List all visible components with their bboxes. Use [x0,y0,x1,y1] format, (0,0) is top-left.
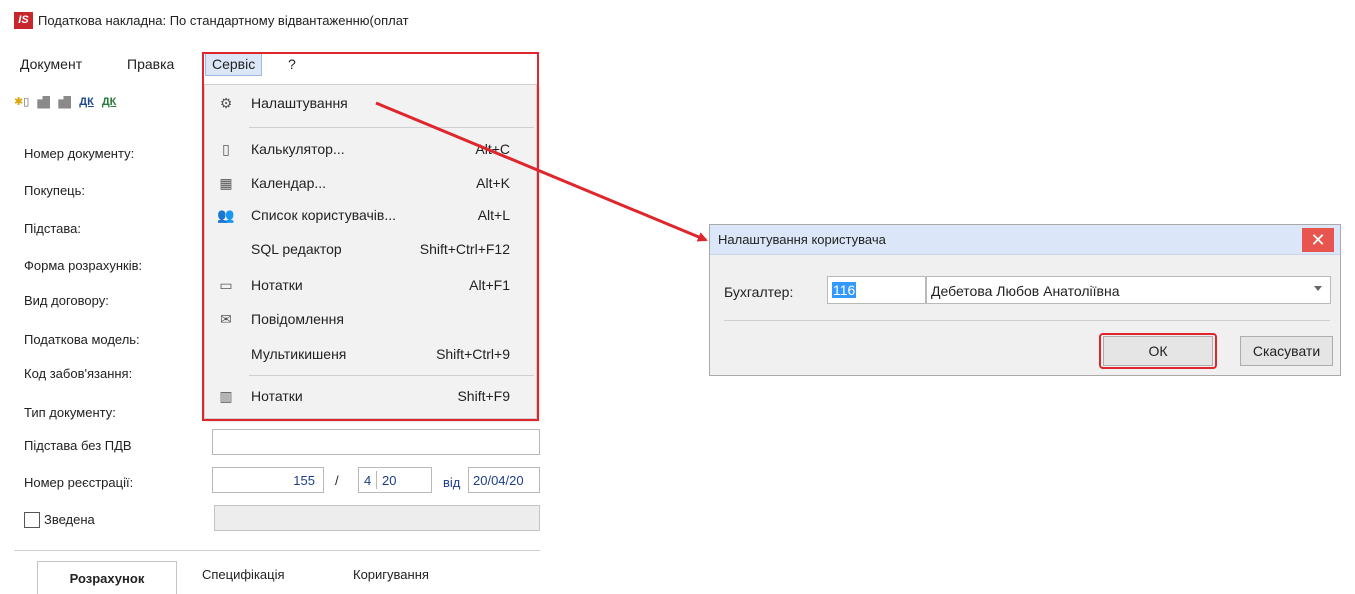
registration-date-field[interactable]: 20/04/20 [468,467,540,493]
menu-item-users[interactable]: 👥 Список користувачів... Alt+L [205,201,536,229]
menu-item-label: SQL редактор [251,241,342,257]
basis-no-vat-field[interactable] [212,429,540,455]
registration-from-label: від [443,475,461,490]
menu-separator [249,127,534,128]
doc-type-label: Тип документу: [24,405,116,420]
ok-button[interactable]: ОК [1103,336,1213,366]
accountant-code-value: 116 [832,282,857,298]
menu-item-shortcut: Shift+F9 [457,388,510,404]
debit-credit-icon[interactable]: ДК [79,94,94,110]
registration-separator: / [335,473,339,488]
cancel-button[interactable]: Скасувати [1240,336,1333,366]
menu-item-shortcut: Alt+L [477,207,510,223]
app-logo: IS [14,11,33,29]
dialog-divider [724,320,1330,321]
menu-separator [249,375,534,376]
registration-date: 20/04/20 [473,473,524,488]
obligation-code-label: Код забов'язання: [24,366,133,381]
tab-calculation[interactable]: Розрахунок [37,561,177,594]
service-menu: ⚙ Налаштування ▯ Калькулятор... Alt+C ▦ … [204,84,537,419]
note-icon: ▭ [219,276,233,293]
new-document-icon[interactable]: ✱ ▯ [14,94,29,110]
tab-bar: Розрахунок Специфікація Коригування [14,550,540,594]
registration-number-label: Номер реєстрації: [24,475,134,490]
menu-item-calculator[interactable]: ▯ Калькулятор... Alt+C [205,135,536,163]
menu-item-sql-editor[interactable]: SQL редактор Shift+Ctrl+F12 [205,235,536,263]
consolidated-label: Зведена [44,512,95,527]
payment-form-label: Форма розрахунків: [24,258,143,273]
accountant-label: Бухгалтер: [724,284,794,300]
menu-item-notes[interactable]: ▭ Нотатки Alt+F1 [205,271,536,299]
accountant-name-value: Дебетова Любов Анатоліївна [931,283,1120,299]
chevron-down-icon[interactable] [1314,286,1322,291]
menu-service[interactable]: Сервіс [205,52,263,76]
menu-item-shortcut: Alt+F1 [469,277,510,293]
registration-number-field[interactable]: 155 [212,467,324,493]
calendar-icon: ▦ [219,174,233,191]
consolidated-field [214,505,540,531]
basis-label: Підстава: [24,221,81,236]
tab-specification[interactable]: Специфікація [202,567,285,582]
debit-credit-green-icon[interactable]: ДК [102,94,117,110]
registration-number-value: 155 [293,473,315,488]
paste-document-icon[interactable] [58,95,72,109]
menu-item-shortcut: Alt+C [475,141,510,157]
menu-item-label: Нотатки [251,277,303,293]
buyer-label: Покупець: [24,183,86,198]
menu-document[interactable]: Документ [20,52,82,76]
users-icon: 👥 [217,206,235,223]
menu-item-notes-list[interactable]: ▥ Нотатки Shift+F9 [205,382,536,410]
menu-item-settings[interactable]: ⚙ Налаштування [205,89,536,117]
copy-document-icon[interactable] [37,95,51,109]
menu-item-label: Нотатки [251,388,303,404]
menu-item-label: Повідомлення [251,311,344,327]
menu-item-messages[interactable]: ✉ Повідомлення [205,305,536,333]
tab-correction[interactable]: Коригування [353,567,429,582]
menu-bar: Документ Правка Сервіс ? [0,52,540,76]
registration-part1: 4 [364,473,372,488]
consolidated-checkbox[interactable] [24,512,40,528]
registration-part-field[interactable]: 4 20 [358,467,432,493]
gears-icon: ⚙ [219,94,233,111]
toolbar: ✱ ▯ ДК ДК [14,92,116,112]
tax-model-label: Податкова модель: [24,332,140,347]
dialog-title-bar[interactable]: Налаштування користувача ✕ [710,225,1340,255]
menu-item-label: Календар... [251,175,327,191]
registration-part2: 20 [382,473,397,488]
menu-item-label: Список користувачів... [251,207,396,223]
menu-item-shortcut: Shift+Ctrl+F12 [419,241,510,257]
menu-item-shortcut: Shift+Ctrl+9 [436,346,510,362]
menu-edit[interactable]: Правка [127,52,174,76]
dialog-title: Налаштування користувача [718,232,886,247]
title-bar: IS Податкова накладна: По стандартному в… [0,0,540,40]
menu-item-label: Налаштування [251,95,348,111]
notes-grid-icon: ▥ [219,387,233,404]
menu-item-multipocket[interactable]: Мультикишеня Shift+Ctrl+9 [205,340,536,368]
menu-item-label: Калькулятор... [251,141,345,157]
accountant-name-select[interactable]: Дебетова Любов Анатоліївна [926,276,1331,304]
window-title: Податкова накладна: По стандартному відв… [38,12,409,28]
menu-item-label: Мультикишеня [251,346,347,362]
close-icon[interactable]: ✕ [1302,228,1334,252]
basis-no-vat-label: Підстава без ПДВ [24,438,132,453]
menu-help[interactable]: ? [288,52,296,76]
accountant-code-input[interactable]: 116 [827,276,926,304]
doc-number-label: Номер документу: [24,146,135,161]
envelope-icon: ✉ [220,310,232,327]
registration-part-divider [376,471,377,489]
user-settings-dialog: Налаштування користувача ✕ Бухгалтер: 11… [709,224,1341,376]
calculator-icon: ▯ [222,140,230,157]
contract-type-label: Вид договору: [24,293,109,308]
menu-item-calendar[interactable]: ▦ Календар... Alt+K [205,169,536,197]
menu-item-shortcut: Alt+K [476,175,510,191]
